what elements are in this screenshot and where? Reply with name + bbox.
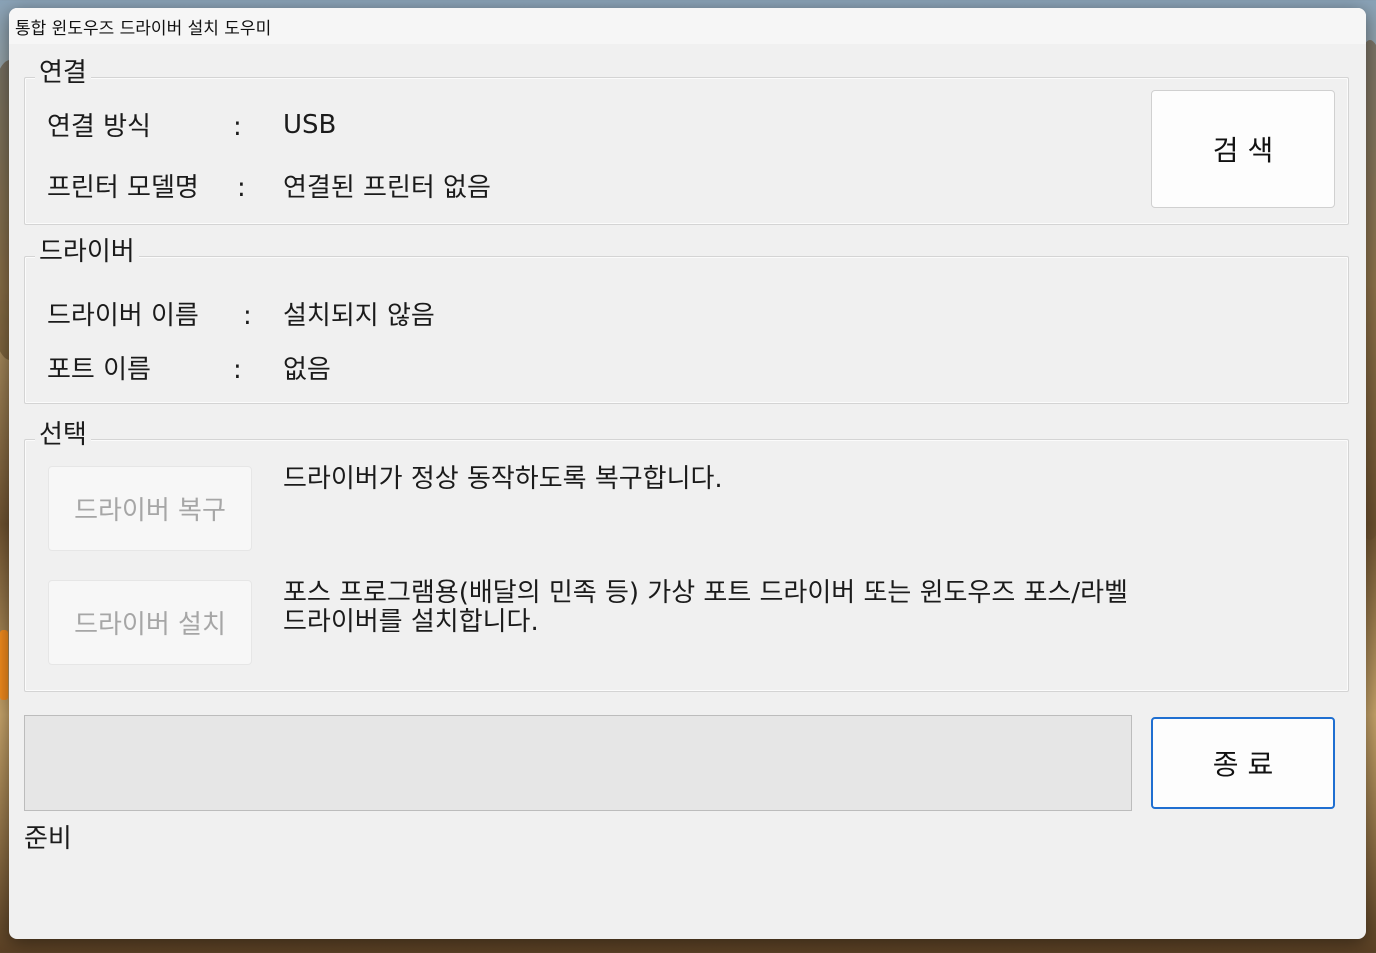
printer-model-colon: : (237, 173, 246, 203)
window-title: 통합 윈도우즈 드라이버 설치 도우미 (15, 19, 272, 39)
port-name-label: 포트 이름 (47, 355, 151, 385)
app-window: 통합 윈도우즈 드라이버 설치 도우미 연결 연결 방식 : USB 프린터 모… (9, 8, 1366, 939)
port-name-value: 없음 (283, 355, 331, 385)
driver-legend: 드라이버 (35, 237, 139, 267)
progress-bar (24, 715, 1132, 811)
driver-group: 드라이버 (24, 237, 1349, 404)
repair-description: 드라이버가 정상 동작하도록 복구합니다. (283, 464, 723, 494)
driver-name-label: 드라이버 이름 (47, 301, 199, 331)
title-bar: 통합 윈도우즈 드라이버 설치 도우미 (9, 8, 1366, 44)
port-name-colon: : (233, 355, 242, 385)
connection-method-label: 연결 방식 (47, 112, 151, 142)
install-description-line1: 포스 프로그램용(배달의 민족 등) 가상 포트 드라이버 또는 윈도우즈 포스… (283, 578, 1128, 608)
exit-button[interactable]: 종 료 (1151, 717, 1335, 809)
connection-method-colon: : (233, 112, 242, 142)
driver-name-value: 설치되지 않음 (283, 301, 435, 331)
selection-legend: 선택 (35, 420, 91, 450)
connection-legend: 연결 (35, 58, 91, 88)
status-text: 준비 (24, 824, 72, 854)
desktop-app-icon (0, 630, 8, 700)
connection-method-value: USB (283, 110, 337, 140)
printer-model-value: 연결된 프린터 없음 (283, 173, 491, 203)
driver-name-colon: : (243, 301, 252, 331)
repair-driver-button[interactable]: 드라이버 복구 (48, 466, 252, 551)
install-driver-button[interactable]: 드라이버 설치 (48, 580, 252, 665)
search-button[interactable]: 검 색 (1151, 90, 1335, 208)
install-description-line2: 드라이버를 설치합니다. (283, 607, 539, 637)
printer-model-label: 프린터 모델명 (47, 173, 199, 203)
